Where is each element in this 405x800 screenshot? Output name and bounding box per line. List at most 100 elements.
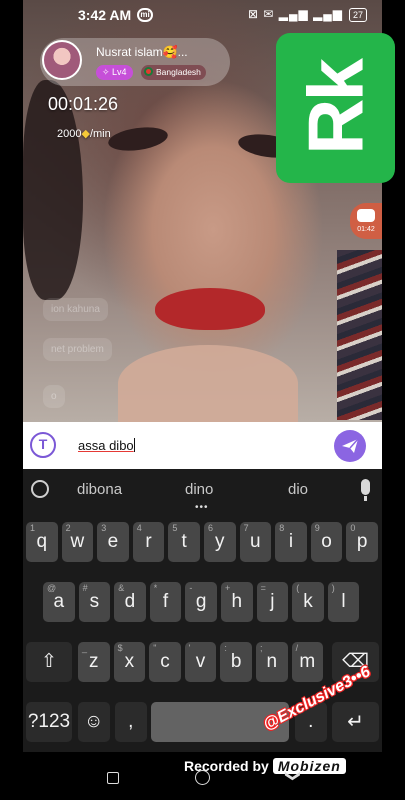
enter-key[interactable]: ↵	[332, 702, 379, 742]
key-f[interactable]: * f	[149, 582, 182, 622]
key-label: l	[341, 591, 346, 612]
key-label: w	[70, 531, 85, 552]
key-g[interactable]: -g	[185, 582, 217, 622]
host-name: Nusrat islam🥰...	[96, 45, 188, 59]
recents-button[interactable]	[107, 772, 119, 784]
key-hint: 4	[136, 523, 142, 533]
key-a[interactable]: @ a	[43, 582, 75, 622]
key-hint: $	[117, 643, 123, 653]
back-button[interactable]: ❯	[284, 770, 302, 783]
key-k[interactable]: (k	[292, 582, 324, 622]
key-label: f	[162, 591, 169, 612]
key-label: y	[215, 531, 225, 552]
keyboard: dibona dino dio ••• 1q2w3e4r5t6y7u8i9o0p…	[23, 469, 382, 752]
key-hint: *	[153, 583, 158, 593]
send-icon	[342, 438, 359, 453]
key-y[interactable]: 6y	[204, 522, 236, 562]
key-hint: 2	[65, 523, 71, 533]
key-label: v	[195, 651, 206, 672]
key-label: p	[356, 531, 368, 552]
key-label: q	[36, 531, 48, 552]
suggestion-2[interactable]: dino	[185, 481, 213, 498]
key-b[interactable]: :b	[220, 642, 252, 682]
key-hint: @	[47, 583, 57, 593]
battery-icon: 27	[348, 8, 367, 22]
key-label: c	[160, 651, 170, 672]
more-dots-icon[interactable]: •••	[195, 502, 209, 513]
key-hint: +	[225, 583, 231, 593]
status-time: 3:42 AM	[78, 7, 132, 23]
text-cursor	[133, 438, 135, 452]
key-p[interactable]: 0p	[346, 522, 378, 562]
key-hint: 9	[314, 523, 320, 533]
home-button[interactable]	[195, 770, 210, 785]
key-hint: :	[224, 643, 227, 653]
video-lips	[155, 288, 265, 330]
key-h[interactable]: + h	[221, 582, 253, 622]
call-rate: 2000◆/min	[57, 127, 111, 140]
refresh-icon[interactable]	[31, 480, 49, 498]
key-hint: /	[295, 643, 299, 653]
shift-key[interactable]: ⇧	[26, 642, 72, 682]
key-label: g	[195, 591, 207, 612]
key-l[interactable]: ) l	[327, 582, 360, 622]
microphone-icon[interactable]	[361, 479, 370, 501]
key-hint: "	[153, 643, 157, 653]
key-d[interactable]: & d	[114, 582, 146, 622]
key-hint: 0	[350, 523, 356, 533]
rate-value: 2000	[57, 128, 82, 140]
key-hint: 1	[30, 523, 36, 533]
key-v[interactable]: ' v	[184, 642, 217, 682]
key-n[interactable]: ; n	[256, 642, 288, 682]
comma-key[interactable]: ,	[115, 702, 147, 742]
key-hint: 6	[208, 523, 214, 533]
send-button[interactable]	[334, 430, 366, 462]
key-c[interactable]: " c	[149, 642, 181, 682]
message-input-bar: T assa dibo	[23, 422, 382, 469]
level-badge: ✧ Lv4	[96, 65, 133, 80]
symbols-key[interactable]: ?123	[26, 702, 72, 742]
key-hint: ;	[260, 643, 263, 653]
video-sweater	[337, 250, 382, 420]
host-card[interactable]: Nusrat islam🥰... ✧ Lv4 Bangladesh	[40, 38, 230, 86]
key-i[interactable]: 8i	[275, 522, 307, 562]
key-hint: 8	[279, 523, 285, 533]
key-hint: '	[188, 643, 191, 653]
diamond-icon: ◆	[81, 128, 90, 140]
side-widget[interactable]: 01:42	[350, 203, 382, 239]
key-label: ↵	[347, 711, 364, 733]
chat-message: o	[43, 385, 65, 408]
key-o[interactable]: 9o	[310, 522, 343, 562]
translate-icon[interactable]: T	[30, 432, 56, 458]
key-z[interactable]: _ z	[78, 642, 110, 682]
suggestion-3[interactable]: dio	[288, 481, 308, 498]
message-input[interactable]: assa dibo	[78, 438, 135, 453]
key-q[interactable]: 1q	[26, 522, 58, 562]
key-x[interactable]: $ x	[113, 642, 146, 682]
key-label: u	[250, 531, 261, 552]
suggestion-1[interactable]: dibona	[77, 481, 122, 498]
key-label: k	[303, 591, 313, 612]
key-r[interactable]: 4r	[132, 522, 165, 562]
key-e[interactable]: 3e	[97, 522, 129, 562]
video-eye-left	[106, 123, 170, 155]
key-label: m	[299, 651, 316, 672]
key-m[interactable]: / m	[291, 642, 324, 682]
host-avatar[interactable]	[42, 40, 82, 80]
key-label: t	[181, 531, 187, 552]
navigation-bar: Recorded by Mobizen ❯	[0, 752, 405, 800]
key-hint: &	[118, 583, 125, 593]
key-u[interactable]: 7u	[239, 522, 272, 562]
key-label: ☺	[84, 711, 104, 732]
emoji-key[interactable]: ☺	[78, 702, 110, 742]
key-t[interactable]: 5t	[168, 522, 200, 562]
key-label: z	[89, 651, 99, 672]
key-s[interactable]: # s	[78, 582, 111, 622]
key-j[interactable]: = j	[256, 582, 289, 622]
key-label: d	[124, 591, 136, 612]
key-label: o	[321, 531, 332, 552]
key-w[interactable]: 2w	[61, 522, 94, 562]
key-label: ?123	[27, 711, 71, 732]
key-label: a	[53, 591, 65, 612]
key-label: n	[266, 651, 278, 672]
